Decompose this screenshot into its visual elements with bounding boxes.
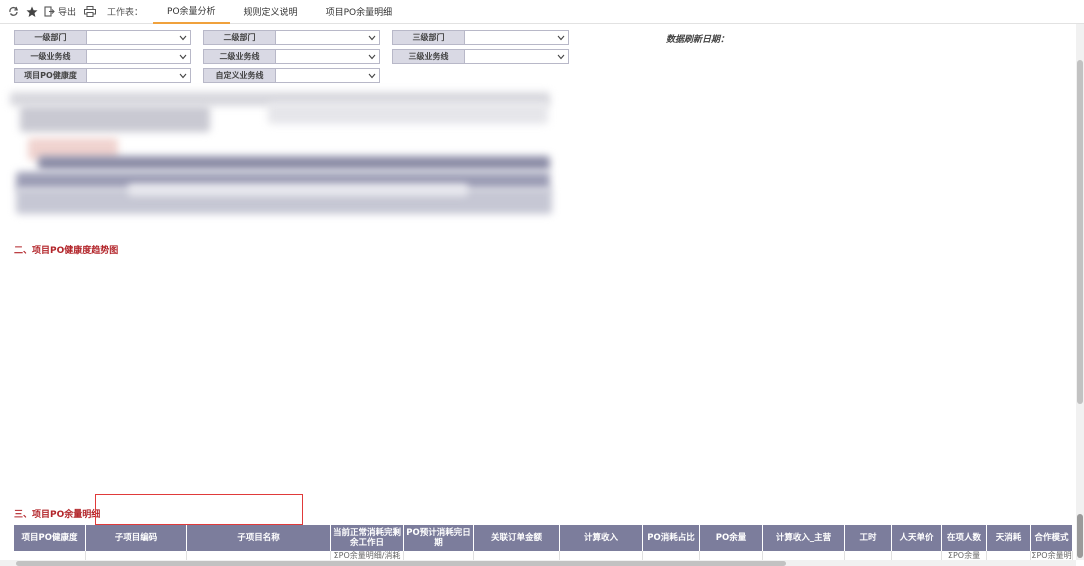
vertical-scroll-thumb[interactable] xyxy=(1077,60,1083,404)
tab-po-analysis[interactable]: PO余量分析 xyxy=(153,0,230,24)
column-header[interactable]: 子项目名称 xyxy=(187,525,331,551)
table-cell xyxy=(892,551,942,560)
vertical-scrollbar[interactable] xyxy=(1076,24,1084,560)
column-header[interactable]: 关联订单金额 xyxy=(474,525,560,551)
export-button[interactable]: 导出 xyxy=(44,5,76,18)
vertical-scroll-thumb-inner[interactable] xyxy=(1077,514,1083,558)
table-cell xyxy=(474,551,560,560)
table-cell xyxy=(560,551,643,560)
tab-rule-definition[interactable]: 规则定义说明 xyxy=(230,0,312,24)
export-icon xyxy=(44,6,55,17)
horizontal-scrollbar[interactable] xyxy=(0,560,1076,566)
highlight-box xyxy=(95,494,303,525)
table-cell xyxy=(987,551,1031,560)
refresh-icon[interactable] xyxy=(6,5,20,19)
column-header[interactable]: 项目PO健康度 xyxy=(14,525,86,551)
filter-row-1: 一级部门 二级部门 三级部门 xyxy=(14,30,581,45)
detail-table-header: 项目PO健康度 子项目编码 子项目名称 当前正常消耗完剩余工作日 PO预计消耗完… xyxy=(14,525,1073,551)
star-icon[interactable] xyxy=(25,5,39,19)
filter-po-health[interactable]: 项目PO健康度 xyxy=(14,68,191,83)
chevron-down-icon xyxy=(179,73,187,79)
filter-biz-level2[interactable]: 二级业务线 xyxy=(203,49,380,64)
chevron-down-icon xyxy=(368,35,376,41)
trend-section-title: 二、项目PO健康度趋势图 xyxy=(14,246,119,256)
redacted-summary-area xyxy=(8,88,560,220)
column-header[interactable]: 计算收入 xyxy=(560,525,643,551)
filter-label: 二级业务线 xyxy=(203,49,276,64)
column-header[interactable]: 人天单价 xyxy=(892,525,942,551)
export-label: 导出 xyxy=(58,8,77,18)
chevron-down-icon xyxy=(368,73,376,79)
filter-label: 项目PO健康度 xyxy=(14,68,87,83)
detail-section-title: 三、项目PO余量明细 xyxy=(14,510,101,520)
workbook-label: 工作表： xyxy=(107,8,144,18)
column-header[interactable]: 合作模式 xyxy=(1031,525,1073,551)
filter-select[interactable] xyxy=(465,49,569,64)
table-cell xyxy=(845,551,892,560)
filter-label: 一级业务线 xyxy=(14,49,87,64)
table-cell: ΣPO余量明 xyxy=(1031,551,1073,560)
column-header[interactable]: PO预计消耗完日期 xyxy=(404,525,474,551)
top-toolbar: 导出 工作表： PO余量分析 规则定义说明 项目PO余量明细 xyxy=(0,0,1084,24)
chevron-down-icon xyxy=(557,54,565,60)
filter-row-3: 项目PO健康度 自定义业务线 xyxy=(14,68,392,83)
horizontal-scroll-thumb[interactable] xyxy=(16,561,786,566)
column-header[interactable]: 在项人数 xyxy=(942,525,987,551)
filter-label: 三级部门 xyxy=(392,30,465,45)
column-header[interactable]: 天消耗 xyxy=(987,525,1031,551)
data-refresh-date-label: 数据刷新日期： xyxy=(666,35,730,45)
filter-select[interactable] xyxy=(276,68,380,83)
table-cell xyxy=(14,551,86,560)
chevron-down-icon xyxy=(179,35,187,41)
table-cell xyxy=(643,551,700,560)
filter-select[interactable] xyxy=(87,68,191,83)
filter-label: 自定义业务线 xyxy=(203,68,276,83)
column-header[interactable]: 工时 xyxy=(845,525,892,551)
table-cell xyxy=(404,551,474,560)
filter-custom-biz[interactable]: 自定义业务线 xyxy=(203,68,380,83)
chevron-down-icon xyxy=(368,54,376,60)
filter-biz-level1[interactable]: 一级业务线 xyxy=(14,49,191,64)
column-header[interactable]: PO余量 xyxy=(700,525,763,551)
table-cell: ΣPO余量 xyxy=(942,551,987,560)
column-header[interactable]: PO消耗占比 xyxy=(643,525,700,551)
table-cell: ΣPO余量明细/消耗 xyxy=(331,551,404,560)
chevron-down-icon xyxy=(557,35,565,41)
filter-label: 一级部门 xyxy=(14,30,87,45)
filter-label: 二级部门 xyxy=(203,30,276,45)
tab-po-detail[interactable]: 项目PO余量明细 xyxy=(312,0,407,24)
table-cell xyxy=(187,551,331,560)
filter-dept-level1[interactable]: 一级部门 xyxy=(14,30,191,45)
filter-dept-level2[interactable]: 二级部门 xyxy=(203,30,380,45)
filter-select[interactable] xyxy=(276,49,380,64)
filter-select[interactable] xyxy=(276,30,380,45)
filter-label: 三级业务线 xyxy=(392,49,465,64)
table-row: ΣPO余量明细/消耗 ΣPO余量 ΣPO余量明 xyxy=(14,551,1073,560)
print-icon xyxy=(84,6,97,17)
filter-dept-level3[interactable]: 三级部门 xyxy=(392,30,569,45)
filter-row-2: 一级业务线 二级业务线 三级业务线 xyxy=(14,49,581,64)
filter-biz-level3[interactable]: 三级业务线 xyxy=(392,49,569,64)
column-header[interactable]: 子项目编码 xyxy=(86,525,187,551)
filter-select[interactable] xyxy=(465,30,569,45)
table-cell xyxy=(700,551,763,560)
table-cell xyxy=(86,551,187,560)
print-button[interactable] xyxy=(84,6,99,17)
filter-select[interactable] xyxy=(87,30,191,45)
table-cell xyxy=(763,551,845,560)
chevron-down-icon xyxy=(179,54,187,60)
column-header[interactable]: 当前正常消耗完剩余工作日 xyxy=(331,525,404,551)
filter-select[interactable] xyxy=(87,49,191,64)
column-header[interactable]: 计算收入_主营 xyxy=(763,525,845,551)
